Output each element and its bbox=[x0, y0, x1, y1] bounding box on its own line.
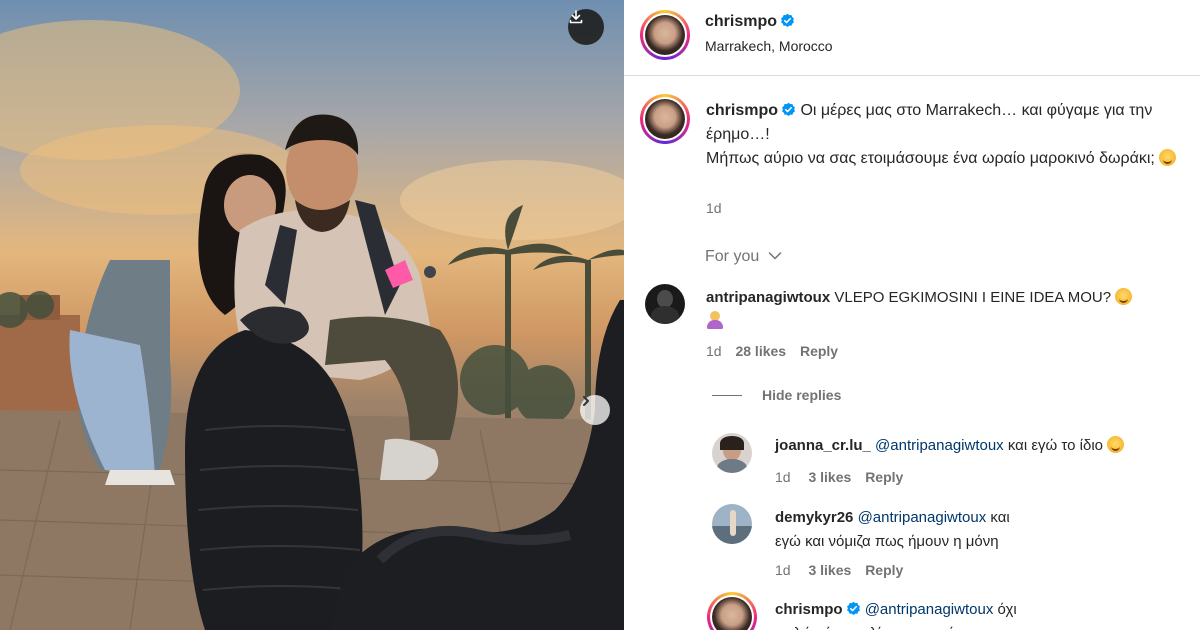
caption-username[interactable]: chrismpo bbox=[706, 102, 778, 119]
comment-body: VLEPO EGKIMOSINI I EINE IDEA MOU? bbox=[834, 289, 1112, 306]
verified-badge-icon bbox=[846, 601, 860, 615]
verified-badge-icon bbox=[782, 102, 795, 116]
reply-item: joanna_cr.lu_ @antripanagiwtoux και εγώ … bbox=[775, 434, 1195, 458]
hide-replies-button[interactable]: Hide replies bbox=[762, 387, 841, 403]
reply-body: και εγώ το ίδιο bbox=[1007, 437, 1103, 454]
reply-likes[interactable]: 3 likes bbox=[808, 562, 851, 578]
post-caption: chrismpo Οι μέρες μας στο Marrakech… και… bbox=[706, 99, 1196, 171]
reply-item: chrismpo @antripanagiwtoux όχι απλώς έφα… bbox=[775, 598, 1037, 630]
reply-username[interactable]: demykyr26 bbox=[775, 509, 853, 526]
smiling-emoji-icon bbox=[1107, 436, 1125, 453]
reply-button[interactable]: Reply bbox=[865, 469, 903, 485]
download-button[interactable] bbox=[568, 9, 604, 45]
comment-age[interactable]: 1d bbox=[706, 343, 722, 359]
comment-sort-label: For you bbox=[705, 248, 760, 265]
reply-mention[interactable]: @antripanagiwtoux bbox=[865, 601, 994, 618]
reply-mention[interactable]: @antripanagiwtoux bbox=[858, 509, 987, 526]
comment-username[interactable]: antripanagiwtoux bbox=[706, 289, 830, 306]
photo-scene bbox=[0, 20, 624, 630]
reply-avatar[interactable] bbox=[712, 433, 752, 473]
verified-badge-icon bbox=[781, 13, 794, 27]
reply-button[interactable]: Reply bbox=[800, 343, 838, 359]
author-avatar[interactable] bbox=[640, 10, 690, 60]
author-username[interactable]: chrismpo bbox=[705, 13, 777, 30]
reply-avatar[interactable] bbox=[712, 504, 752, 544]
caption-age[interactable]: 1d bbox=[706, 200, 722, 216]
post-photo[interactable] bbox=[0, 0, 624, 630]
comment-avatar[interactable] bbox=[645, 284, 685, 324]
smiling-emoji-icon bbox=[1115, 288, 1133, 305]
post-header: chrismpo Marrakech, Morocco bbox=[624, 0, 1200, 76]
download-icon bbox=[569, 10, 583, 24]
reply-age[interactable]: 1d bbox=[775, 469, 791, 485]
chevron-right-icon bbox=[583, 396, 589, 406]
replies-divider bbox=[712, 395, 742, 396]
reply-mention[interactable]: @antripanagiwtoux bbox=[875, 437, 1004, 454]
reply-age[interactable]: 1d bbox=[775, 562, 791, 578]
next-photo-button[interactable] bbox=[580, 395, 610, 425]
comment-sort-dropdown[interactable]: For you bbox=[705, 248, 782, 266]
comment-item: antripanagiwtoux VLEPO EGKIMOSINI I EINE… bbox=[706, 286, 1196, 334]
caption-author-avatar[interactable] bbox=[640, 94, 690, 144]
reply-avatar[interactable] bbox=[707, 592, 757, 630]
reply-username[interactable]: joanna_cr.lu_ bbox=[775, 437, 871, 454]
smiling-emoji-icon bbox=[1159, 149, 1177, 166]
reply-meta: 1d 3 likes Reply bbox=[775, 469, 903, 485]
reply-username[interactable]: chrismpo bbox=[775, 601, 843, 618]
comment-meta: 1d 28 likes Reply bbox=[706, 343, 838, 359]
chevron-down-icon bbox=[768, 252, 781, 260]
reply-button[interactable]: Reply bbox=[865, 562, 903, 578]
reply-item: demykyr26 @antripanagiwtoux και εγώ και … bbox=[775, 506, 1035, 554]
post-side-panel: chrismpo Marrakech, Morocco chrismpo Οι … bbox=[624, 0, 1200, 630]
comment-likes[interactable]: 28 likes bbox=[735, 343, 786, 359]
post-location[interactable]: Marrakech, Morocco bbox=[705, 38, 833, 54]
reply-meta: 1d 3 likes Reply bbox=[775, 562, 903, 578]
reply-likes[interactable]: 3 likes bbox=[808, 469, 851, 485]
caption-line-2: Μήπως αύριο να σας ετοιμάσουμε ένα ωραίο… bbox=[706, 150, 1155, 167]
shrug-emoji-icon bbox=[706, 311, 724, 329]
